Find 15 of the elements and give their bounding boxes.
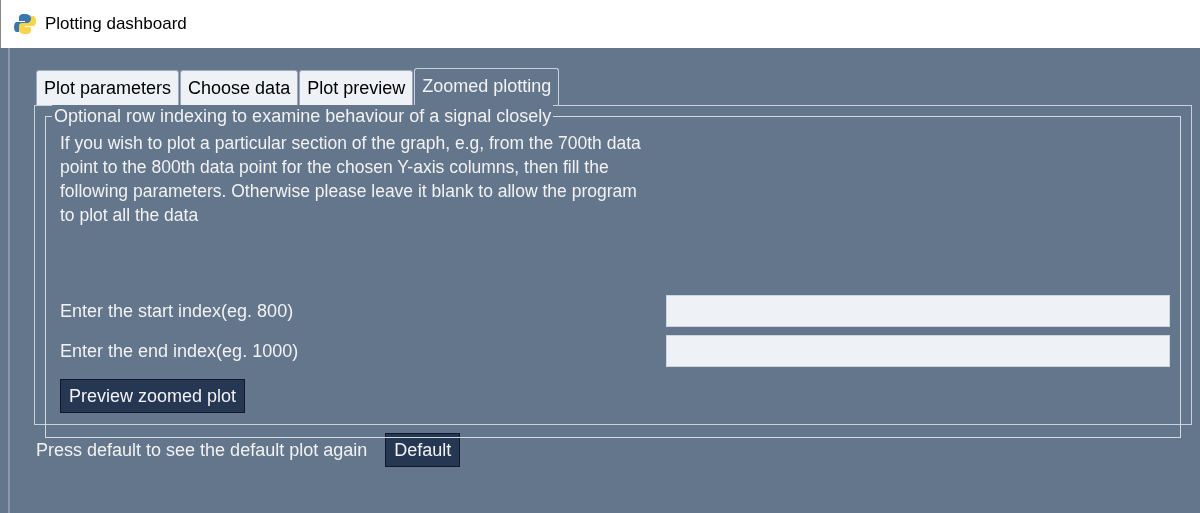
tab[interactable]: Plot preview xyxy=(299,70,414,105)
input-field[interactable] xyxy=(666,335,1170,367)
description-text: If you wish to plot a particular section of the graph, e.g, from the 700th data point to the 800th data point for the chosen Y-axis columns, then fill the following parameters. Otherwise please leave it blank to allow the program to plot all the data xyxy=(60,132,642,227)
app-icon xyxy=(13,12,37,36)
group-title: Optional row indexing to examine behaviour of a signal closely xyxy=(52,105,554,127)
field-label: Enter the end index(eg. 1000) xyxy=(60,339,300,363)
preview-zoomed-plot-button[interactable]: Preview zoomed plot xyxy=(60,379,246,413)
tab[interactable]: Zoomed plotting xyxy=(414,68,560,105)
window-title: Plotting dashboard xyxy=(45,13,187,36)
field-label: Enter the start index(eg. 800) xyxy=(60,299,295,323)
tab[interactable]: Choose data xyxy=(180,70,299,105)
default-button[interactable]: Default xyxy=(385,433,461,467)
input-field[interactable] xyxy=(666,295,1170,327)
tab[interactable]: Plot parameters xyxy=(36,70,180,105)
footer-text: Press default to see the default plot again xyxy=(36,438,368,462)
